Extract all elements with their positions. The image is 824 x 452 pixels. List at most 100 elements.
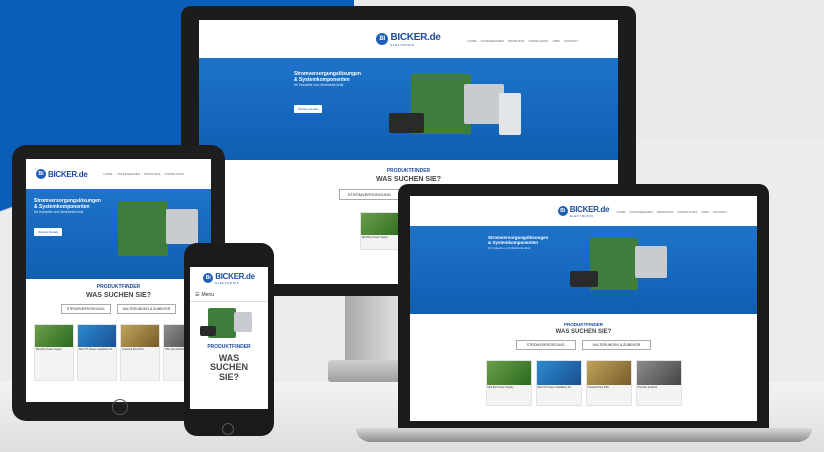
power-supply-button[interactable]: STROMVERSORGUNG bbox=[515, 340, 576, 350]
adapter-image bbox=[389, 113, 424, 133]
menu-label: Menu bbox=[201, 292, 214, 298]
power-supply-image bbox=[464, 84, 504, 124]
product-card[interactable]: Mini-ITX Power Installation Kit bbox=[535, 360, 582, 406]
menu-bar[interactable]: ☰ Menu bbox=[190, 289, 268, 302]
circuit-board-image bbox=[118, 201, 168, 256]
nav-products[interactable]: PRODUKTE bbox=[144, 172, 161, 176]
main-nav: HOME UNTERNEHMEN PRODUKTE DOWNLOADS JOBS… bbox=[617, 210, 727, 214]
main-nav: HOME UNTERNEHMEN PRODUKTE DOWNLOADS JOBS… bbox=[468, 39, 578, 43]
logo[interactable]: Bi BICKER.de ELEKTRONIK bbox=[376, 31, 441, 47]
nav-company[interactable]: UNTERNEHMEN bbox=[117, 172, 140, 176]
logo-text: BICKER.de bbox=[569, 204, 610, 214]
hero-title: Stromversorgungslösungen & Systemkompone… bbox=[34, 198, 101, 210]
laptop-device: Bi BICKER.de ELEKTRONIK HOME UNTERNEHMEN… bbox=[398, 184, 769, 430]
hamburger-icon[interactable]: ☰ bbox=[195, 292, 199, 298]
finder-question: WAS SUCHEN SIE? bbox=[209, 353, 248, 382]
logo-icon: Bi bbox=[557, 206, 568, 216]
tablet-header: Bi BICKER.de HOME UNTERNEHMEN PRODUKTE D… bbox=[26, 159, 211, 189]
nav-home[interactable]: HOME bbox=[104, 172, 113, 176]
card-title: Industrial Pico PSU bbox=[587, 386, 610, 389]
logo-text: BICKER.de bbox=[215, 271, 255, 281]
nav-products[interactable]: PRODUKTE bbox=[657, 210, 674, 214]
mounting-button[interactable]: HALTERUNGEN & ZUBEHÖR bbox=[116, 304, 177, 314]
card-image bbox=[586, 361, 631, 385]
finder-badge: PRODUKTFINDER bbox=[564, 322, 603, 327]
nav-contact[interactable]: KONTAKT bbox=[564, 39, 578, 43]
laptop-screen: Bi BICKER.de ELEKTRONIK HOME UNTERNEHMEN… bbox=[410, 196, 757, 421]
card-image bbox=[121, 325, 159, 347]
laptop-base bbox=[356, 428, 812, 442]
finder-question: WAS SUCHEN SIE? bbox=[376, 176, 441, 183]
logo-text: BICKER.de bbox=[48, 169, 88, 179]
product-finder: PRODUKTFINDER WAS SUCHEN SIE? bbox=[190, 344, 268, 382]
product-card[interactable]: Industrial Pico PSU bbox=[120, 324, 160, 381]
product-cards: Mini-Box Power Supply Mini-ITX Power Ins… bbox=[410, 360, 757, 406]
adapter-image bbox=[570, 271, 598, 287]
power-supply-image bbox=[166, 209, 198, 244]
product-card[interactable]: Mini-Box Power Supply bbox=[485, 360, 532, 406]
enclosure-image bbox=[499, 93, 521, 135]
power-supply-button[interactable]: STROMVERSORGUNG bbox=[338, 189, 400, 200]
nav-company[interactable]: UNTERNEHMEN bbox=[481, 39, 504, 43]
product-card[interactable]: PSU-Set Zubehör bbox=[635, 360, 682, 406]
power-supply-image bbox=[635, 246, 667, 278]
nav-downloads[interactable]: DOWNLOADS bbox=[678, 210, 698, 214]
card-image bbox=[636, 361, 681, 385]
finder-buttons: STROMVERSORGUNG HALTERUNGEN & ZUBEHÖR bbox=[410, 340, 757, 350]
logo-subtitle: ELEKTRONIK bbox=[215, 280, 240, 285]
tablet-home-button bbox=[112, 399, 128, 415]
monitor-header: Bi BICKER.de ELEKTRONIK HOME UNTERNEHMEN… bbox=[199, 20, 618, 58]
logo-text: BICKER.de bbox=[390, 31, 441, 43]
card-image bbox=[78, 325, 116, 347]
laptop-header: Bi BICKER.de ELEKTRONIK HOME UNTERNEHMEN… bbox=[410, 196, 757, 226]
finder-question: WAS SUCHEN SIE? bbox=[555, 329, 612, 335]
phone-product-image bbox=[190, 302, 268, 344]
smartphone-device: Bi BICKER.de ELEKTRONIK ☰ Menu PRODUKTFI… bbox=[184, 243, 274, 436]
adapter-image bbox=[200, 326, 216, 336]
phone-home-button bbox=[222, 423, 234, 435]
hero-banner: Stromversorgungslösungen & Systemkompone… bbox=[410, 226, 757, 314]
logo[interactable]: Bi BICKER.de bbox=[36, 169, 88, 179]
hero-details-button[interactable]: Weitere Details bbox=[34, 228, 63, 236]
logo[interactable]: Bi BICKER.de ELEKTRONIK bbox=[557, 204, 610, 218]
mounting-button[interactable]: HALTERUNGEN & ZUBEHÖR bbox=[581, 340, 652, 350]
nav-jobs[interactable]: JOBS bbox=[701, 210, 709, 214]
hero-banner: Stromversorgungslösungen & Systemkompone… bbox=[199, 58, 618, 160]
card-title: Mini-ITX Power Installation Kit bbox=[79, 348, 113, 351]
nav-home[interactable]: HOME bbox=[617, 210, 626, 214]
card-title: Mini-ITX Power Installation Kit bbox=[537, 386, 571, 389]
card-title: Mini-Box Power Supply bbox=[36, 348, 62, 351]
card-image bbox=[35, 325, 73, 347]
product-card[interactable]: Mini-Box Power Supply bbox=[34, 324, 74, 381]
phone-header: Bi BICKER.de ELEKTRONIK bbox=[190, 267, 268, 289]
finder-badge: PRODUKTFINDER bbox=[386, 168, 431, 174]
nav-contact[interactable]: KONTAKT bbox=[713, 210, 727, 214]
logo-icon: Bi bbox=[376, 33, 389, 45]
logo-icon: Bi bbox=[203, 273, 214, 283]
finder-badge: PRODUKTFINDER bbox=[207, 344, 251, 350]
card-title: Mini-Box Power Supply bbox=[487, 386, 514, 389]
power-supply-image bbox=[234, 312, 252, 332]
nav-home[interactable]: HOME bbox=[468, 39, 477, 43]
product-card[interactable]: Industrial Pico PSU bbox=[585, 360, 632, 406]
nav-downloads[interactable]: DOWNLOADS bbox=[165, 172, 185, 176]
nav-downloads[interactable]: DOWNLOADS bbox=[529, 39, 549, 43]
main-nav: HOME UNTERNEHMEN PRODUKTE DOWNLOADS bbox=[104, 172, 185, 176]
product-finder: PRODUKTFINDER WAS SUCHEN SIE? STROMVERSO… bbox=[410, 314, 757, 350]
card-image bbox=[536, 361, 581, 385]
nav-products[interactable]: PRODUKTE bbox=[508, 39, 525, 43]
logo-subtitle: ELEKTRONIK bbox=[390, 42, 415, 47]
card-title: Industrial Pico PSU bbox=[122, 348, 144, 351]
power-supply-button[interactable]: STROMVERSORGUNG bbox=[60, 304, 111, 314]
card-image bbox=[486, 361, 531, 385]
hero-details-button[interactable]: Weitere Details bbox=[294, 105, 323, 113]
hero-title: Stromversorgungslösungen & Systemkompone… bbox=[294, 71, 361, 83]
logo-subtitle: ELEKTRONIK bbox=[569, 213, 594, 218]
nav-jobs[interactable]: JOBS bbox=[552, 39, 560, 43]
logo[interactable]: Bi BICKER.de ELEKTRONIK bbox=[203, 272, 255, 285]
phone-screen: Bi BICKER.de ELEKTRONIK ☰ Menu PRODUKTFI… bbox=[190, 267, 268, 409]
product-card[interactable]: Mini-ITX Power Installation Kit bbox=[77, 324, 117, 381]
hero-title: Stromversorgungslösungen & Systemkompone… bbox=[488, 235, 549, 245]
nav-company[interactable]: UNTERNEHMEN bbox=[630, 210, 653, 214]
card-title: PSU-Set Zubehör bbox=[637, 386, 658, 389]
